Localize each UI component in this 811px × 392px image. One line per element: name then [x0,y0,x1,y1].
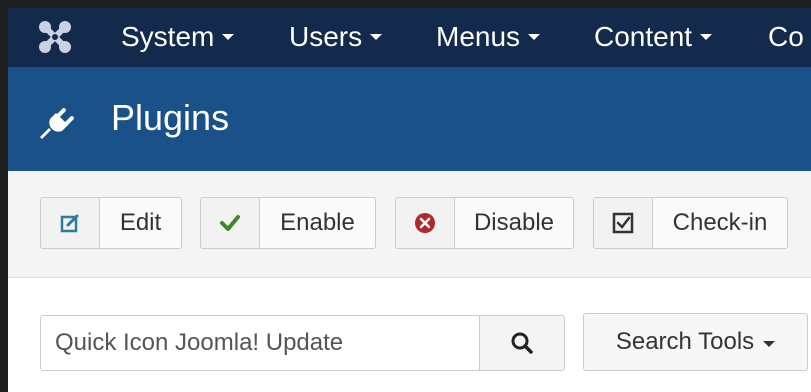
caret-down-icon [700,33,713,40]
nav-item-users[interactable]: Users [289,8,383,67]
check-in-button[interactable]: Check-in [593,197,788,249]
edit-button-label: Edit [119,209,162,236]
disable-button[interactable]: Disable [395,197,574,249]
edit-icon [41,198,100,248]
nav-item-system[interactable]: System [121,8,235,67]
caret-down-icon [528,33,541,40]
search-tools-button[interactable]: Search Tools [583,313,808,371]
nav-item-content[interactable]: Content [594,8,713,67]
check-in-button-label: Check-in [672,209,768,236]
search-tools-label: Search Tools [615,328,755,355]
top-navbar: System Users Menus Content Co [8,8,811,67]
disable-button-label: Disable [473,209,555,236]
nav-item-components[interactable]: Co [768,8,804,67]
search-group [40,315,565,371]
enable-button-label: Enable [280,209,355,236]
check-icon [201,198,260,248]
nav-item-label: Users [289,21,363,52]
page-header: Plugins [8,67,811,171]
nav-item-label: Menus [436,21,521,52]
toolbar: Edit Enable Disable Check-in [8,171,811,278]
app-frame: System Users Menus Content Co Plugins Ed… [8,8,811,392]
page-title: Plugins [111,97,230,138]
enable-button[interactable]: Enable [200,197,376,249]
search-icon [511,332,533,354]
caret-down-icon [763,341,776,347]
caret-down-icon [222,33,235,40]
edit-button[interactable]: Edit [40,197,182,249]
caret-down-icon [370,33,383,40]
search-input[interactable] [41,316,479,370]
nav-item-label: System [121,21,215,52]
nav-item-label: Content [594,21,693,52]
plug-icon [38,103,78,143]
nav-item-label: Co [768,21,804,52]
times-circle-icon [396,198,455,248]
checkbox-icon [594,198,653,248]
joomla-logo-icon[interactable] [37,19,73,55]
search-button[interactable] [479,316,564,370]
nav-item-menus[interactable]: Menus [436,8,541,67]
